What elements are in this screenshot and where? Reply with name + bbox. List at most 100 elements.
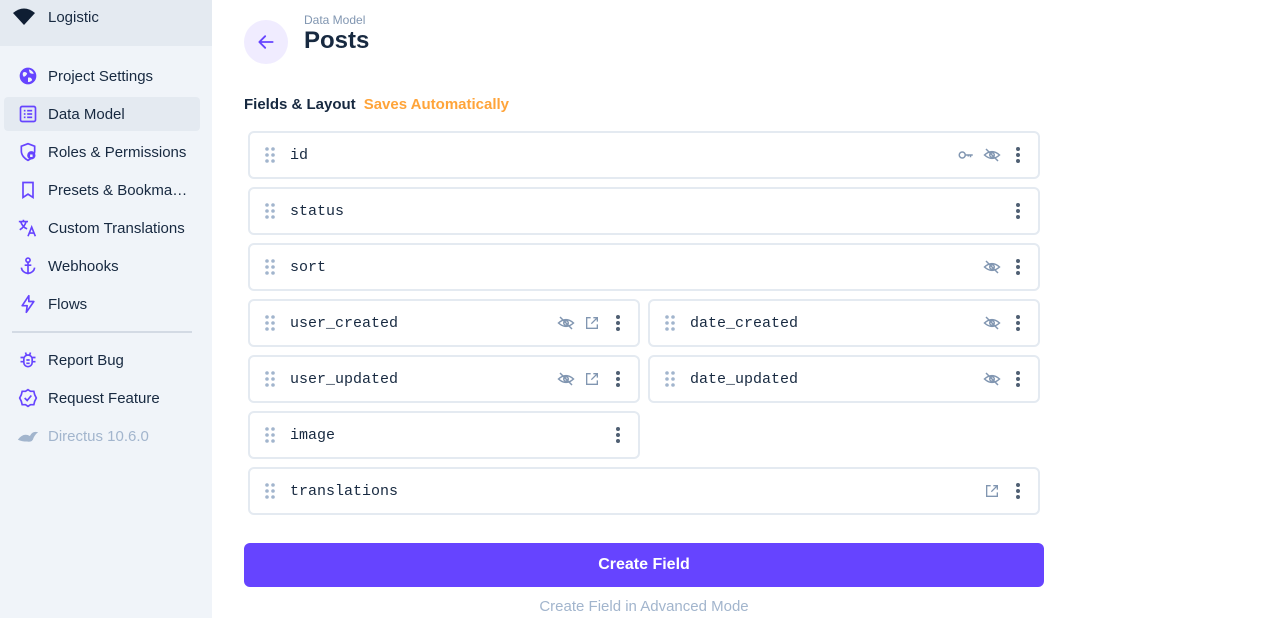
shield-lock-icon	[16, 140, 40, 164]
open-in-new-icon[interactable]	[582, 369, 602, 389]
project-logo-icon	[12, 5, 36, 29]
sidebar-item-data-model[interactable]: Data Model	[4, 97, 200, 131]
sidebar-item-label: Project Settings	[48, 67, 154, 85]
section-title: Fields & Layout	[244, 96, 356, 113]
field-name: id	[290, 146, 309, 164]
sidebar-item-label: Presets & Bookmarks	[48, 181, 188, 199]
sidebar-item-custom-translations[interactable]: Custom Translations	[4, 211, 200, 245]
field-name: user_created	[290, 314, 399, 332]
field-name: date_updated	[690, 370, 799, 388]
field-row-user-updated[interactable]: user_updated	[248, 355, 640, 403]
rabbit-icon	[16, 424, 40, 448]
open-in-new-icon[interactable]	[982, 481, 1002, 501]
key-icon[interactable]	[956, 145, 976, 165]
sidebar-item-label: Webhooks	[48, 257, 119, 275]
page-title: Posts	[304, 27, 370, 54]
field-actions	[982, 481, 1028, 501]
field-row-image[interactable]: image	[248, 411, 640, 459]
settings-nav: Project Settings Data Model Roles & Perm…	[4, 59, 200, 325]
sidebar-item-label: Custom Translations	[48, 219, 185, 237]
more-icon[interactable]	[1008, 145, 1028, 165]
field-row-id[interactable]: id	[248, 131, 1040, 179]
sidebar-item-label: Directus 10.6.0	[48, 427, 149, 445]
drag-handle-icon[interactable]	[260, 146, 280, 164]
open-in-new-icon[interactable]	[582, 313, 602, 333]
more-icon[interactable]	[608, 313, 628, 333]
field-actions	[608, 425, 628, 445]
sidebar-item-label: Request Feature	[48, 389, 160, 407]
project-header[interactable]: Logistic	[0, 0, 212, 46]
field-row-translations[interactable]: translations	[248, 467, 1040, 515]
sidebar-item-project-settings[interactable]: Project Settings	[4, 59, 200, 93]
anchor-icon	[16, 254, 40, 278]
verified-icon	[16, 386, 40, 410]
sidebar-item-flows[interactable]: Flows	[4, 287, 200, 321]
more-icon[interactable]	[1008, 369, 1028, 389]
field-actions	[556, 369, 628, 389]
translate-icon	[16, 216, 40, 240]
sidebar-item-report-bug[interactable]: Report Bug	[4, 343, 200, 377]
bug-icon	[16, 348, 40, 372]
field-name: user_updated	[290, 370, 399, 388]
field-row-status[interactable]: status	[248, 187, 1040, 235]
sidebar-item-label: Data Model	[48, 105, 125, 123]
field-name: image	[290, 426, 336, 444]
field-actions	[556, 313, 628, 333]
create-field-button[interactable]: Create Field	[244, 543, 1044, 587]
list-alt-icon	[16, 102, 40, 126]
hidden-icon[interactable]	[556, 313, 576, 333]
field-row-user-created[interactable]: user_created	[248, 299, 640, 347]
saves-status: Saves Automatically	[363, 96, 510, 113]
more-icon[interactable]	[608, 425, 628, 445]
bolt-icon	[16, 292, 40, 316]
field-actions	[982, 313, 1028, 333]
more-icon[interactable]	[1008, 481, 1028, 501]
hidden-icon[interactable]	[556, 369, 576, 389]
section-header: Fields & Layout Saves Automatically	[244, 96, 509, 113]
sidebar-item-webhooks[interactable]: Webhooks	[4, 249, 200, 283]
field-row-sort[interactable]: sort	[248, 243, 1040, 291]
more-icon[interactable]	[1008, 257, 1028, 277]
sidebar-item-request-feature[interactable]: Request Feature	[4, 381, 200, 415]
project-name: Logistic	[48, 8, 99, 26]
hidden-icon[interactable]	[982, 313, 1002, 333]
globe-icon	[16, 64, 40, 88]
drag-handle-icon[interactable]	[660, 370, 680, 388]
drag-handle-icon[interactable]	[260, 370, 280, 388]
sidebar-item-version[interactable]: Directus 10.6.0	[4, 419, 200, 453]
drag-handle-icon[interactable]	[260, 202, 280, 220]
sidebar: Logistic Project Settings Data Model Rol…	[0, 0, 212, 618]
field-row-date-created[interactable]: date_created	[648, 299, 1040, 347]
sidebar-item-roles-permissions[interactable]: Roles & Permissions	[4, 135, 200, 169]
more-icon[interactable]	[608, 369, 628, 389]
hidden-icon[interactable]	[982, 145, 1002, 165]
drag-handle-icon[interactable]	[260, 258, 280, 276]
bookmark-icon	[16, 178, 40, 202]
field-actions	[1008, 201, 1028, 221]
support-nav: Report Bug Request Feature Directus 10.6…	[4, 343, 200, 457]
field-actions	[982, 369, 1028, 389]
sidebar-item-presets-bookmarks[interactable]: Presets & Bookmarks	[4, 173, 200, 207]
field-actions	[956, 145, 1028, 165]
back-button[interactable]	[244, 20, 288, 64]
field-row-date-updated[interactable]: date_updated	[648, 355, 1040, 403]
field-name: sort	[290, 258, 327, 276]
more-icon[interactable]	[1008, 313, 1028, 333]
drag-handle-icon[interactable]	[660, 314, 680, 332]
sidebar-item-label: Flows	[48, 295, 88, 313]
sidebar-item-label: Report Bug	[48, 351, 124, 369]
field-name: date_created	[690, 314, 799, 332]
field-name: status	[290, 202, 345, 220]
breadcrumb[interactable]: Data Model	[304, 13, 365, 27]
drag-handle-icon[interactable]	[260, 314, 280, 332]
field-actions	[982, 257, 1028, 277]
drag-handle-icon[interactable]	[260, 426, 280, 444]
arrow-back-icon	[256, 32, 276, 52]
sidebar-divider	[12, 331, 192, 333]
hidden-icon[interactable]	[982, 369, 1002, 389]
drag-handle-icon[interactable]	[260, 482, 280, 500]
field-name: translations	[290, 482, 399, 500]
hidden-icon[interactable]	[982, 257, 1002, 277]
create-field-advanced-link[interactable]: Create Field in Advanced Mode	[244, 598, 1044, 615]
more-icon[interactable]	[1008, 201, 1028, 221]
